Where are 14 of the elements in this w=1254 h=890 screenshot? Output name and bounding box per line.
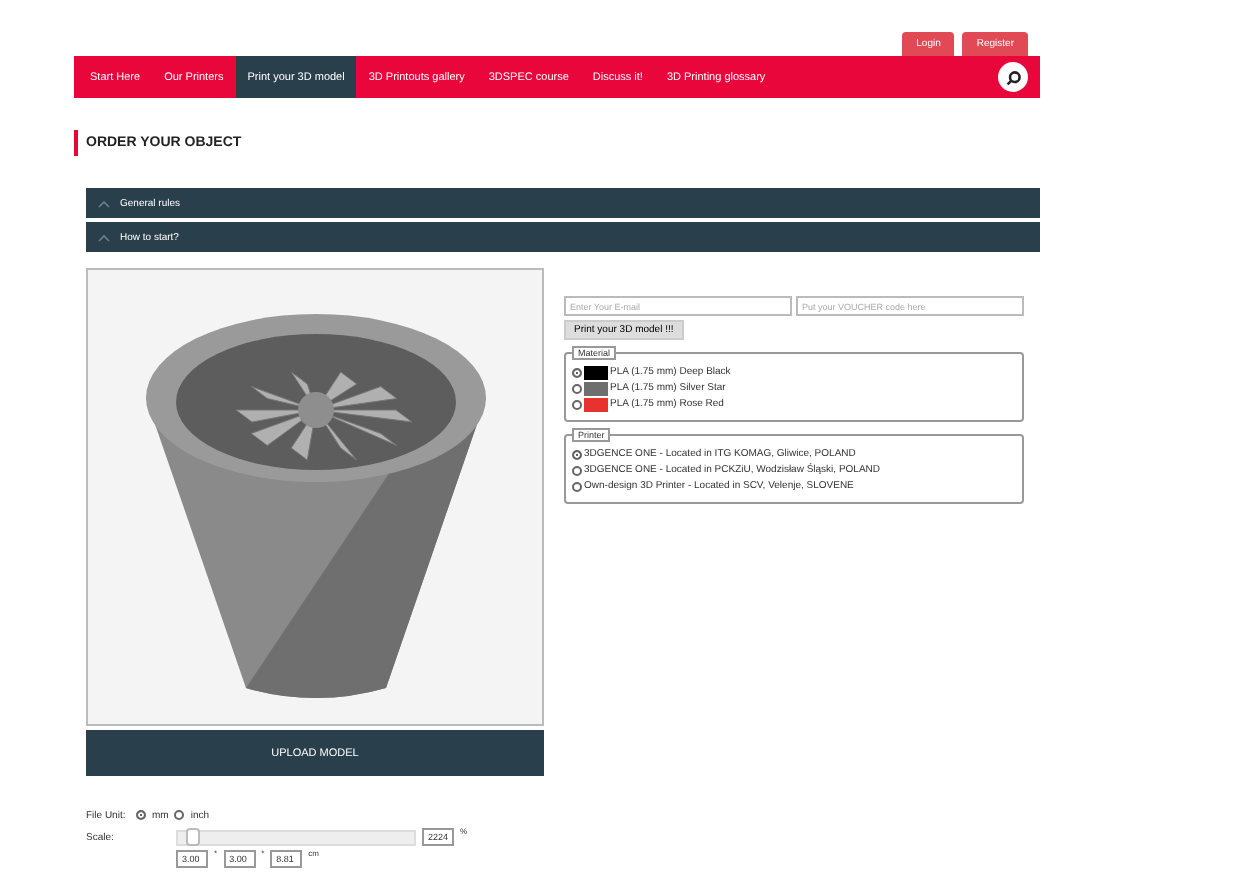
radio-button[interactable] — [572, 449, 582, 459]
scale-slider[interactable] — [176, 829, 416, 845]
radio-button[interactable] — [572, 481, 582, 491]
radio-button[interactable] — [572, 465, 582, 475]
chevron-icon — [98, 233, 110, 241]
radio-button[interactable] — [136, 810, 146, 820]
slider-thumb[interactable] — [185, 827, 200, 845]
model-viewer[interactable] — [86, 268, 544, 726]
radio-button[interactable] — [572, 399, 582, 409]
search-icon[interactable] — [998, 62, 1028, 92]
radio-button[interactable] — [572, 367, 582, 377]
radio-button[interactable] — [174, 810, 185, 820]
radio-button[interactable] — [572, 383, 582, 393]
chevron-icon — [98, 199, 110, 207]
